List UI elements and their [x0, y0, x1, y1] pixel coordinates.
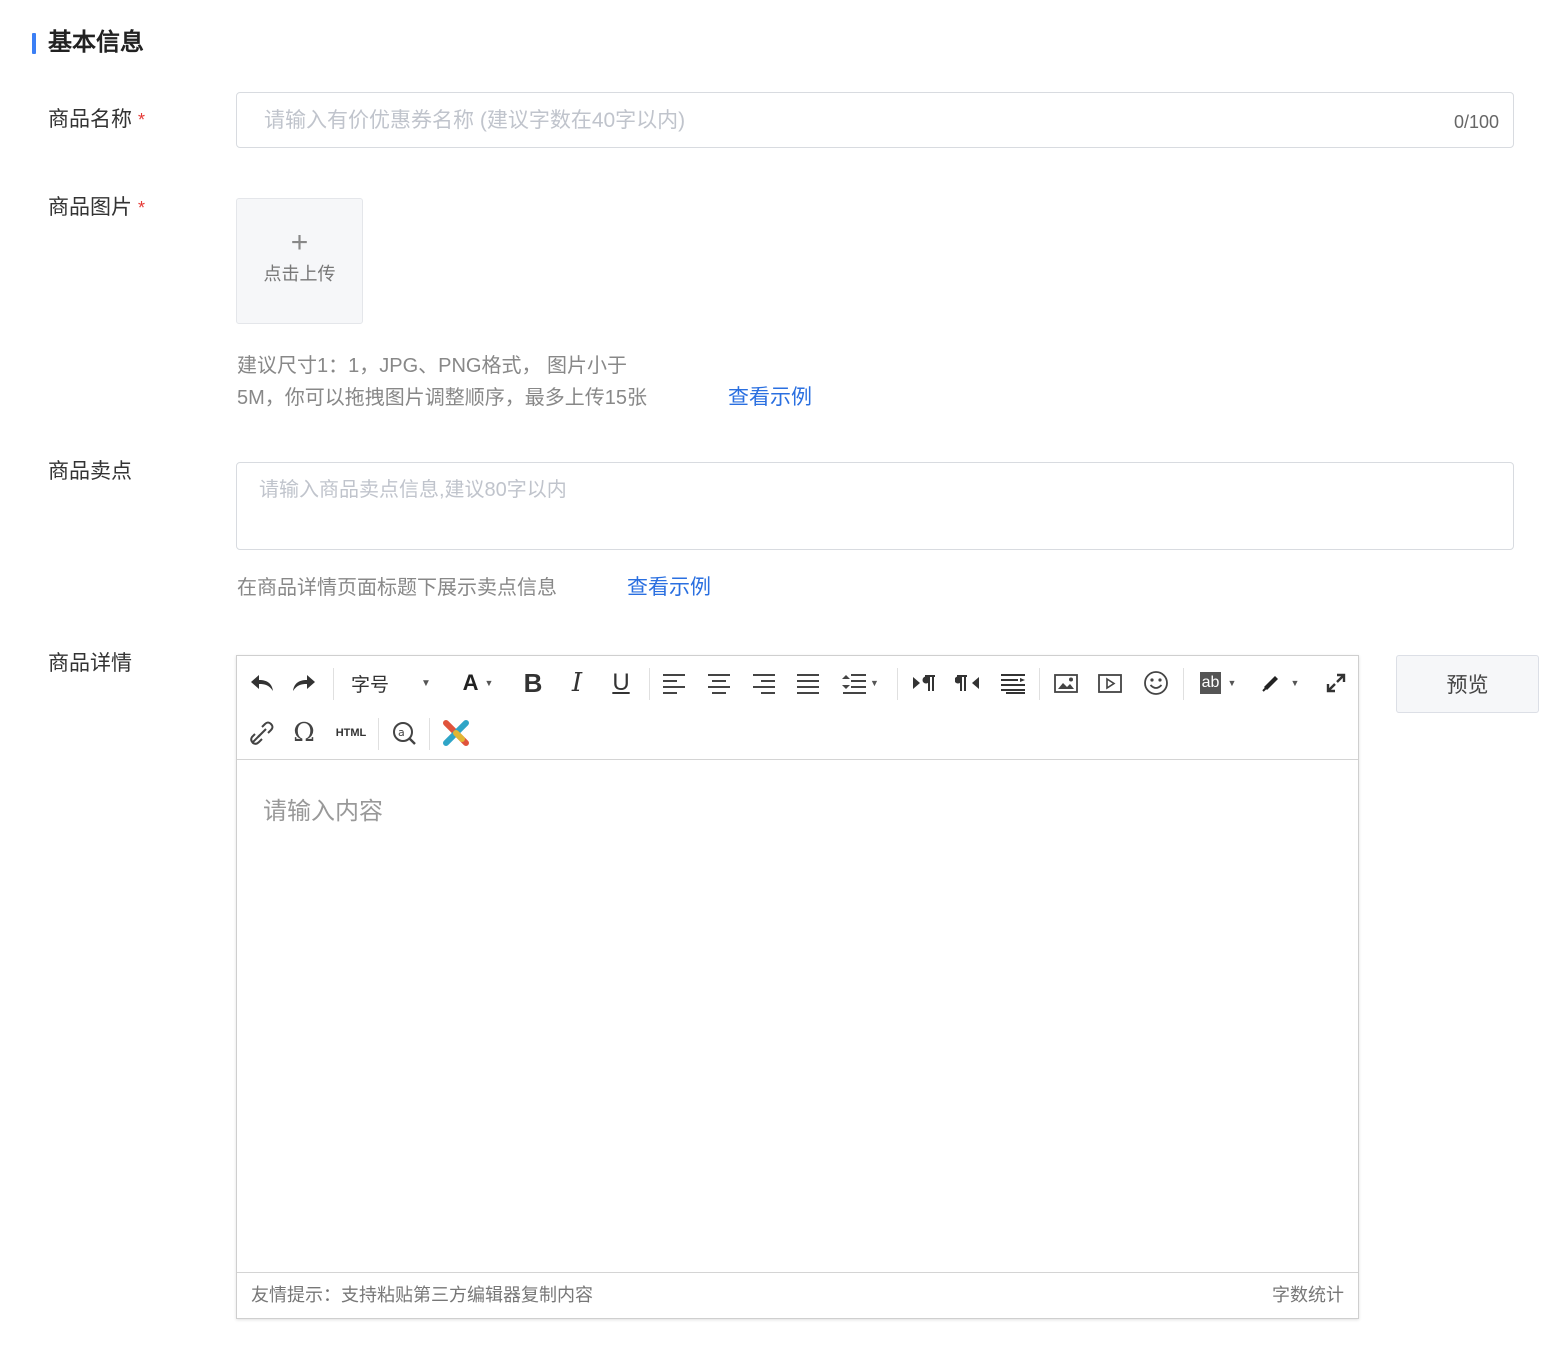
- paragraph-format-icon[interactable]: [997, 666, 1029, 700]
- selling-hint: 在商品详情页面标题下展示卖点信息: [237, 577, 557, 599]
- emoji-icon[interactable]: [1141, 666, 1171, 700]
- selling-point-placeholder: 请输入商品卖点信息,建议80字以内: [259, 479, 567, 501]
- align-left-icon[interactable]: [659, 666, 689, 700]
- ltr-icon[interactable]: [909, 666, 939, 700]
- editor-footer: 友情提示：支持粘贴第三方编辑器复制内容 字数统计: [237, 1272, 1358, 1318]
- font-size-dropdown[interactable]: 字号 ▼: [345, 666, 435, 700]
- italic-icon[interactable]: I: [563, 666, 591, 700]
- section-title: 基本信息: [48, 29, 144, 56]
- selling-point-textarea[interactable]: 请输入商品卖点信息,建议80字以内: [236, 462, 1514, 550]
- upload-label: 点击上传: [263, 264, 336, 284]
- format-brush-icon[interactable]: ▼: [1257, 666, 1303, 700]
- plus-icon: +: [290, 226, 309, 259]
- underline-icon[interactable]: U: [607, 666, 635, 700]
- editor-toolbar: 字号 ▼ A ▼ B I U ▼ ab ▼ ▼ Ω HTML a: [237, 656, 1358, 760]
- editor-footer-tip: 友情提示：支持粘贴第三方编辑器复制内容: [251, 1285, 593, 1305]
- image-label: 商品图片 *: [48, 194, 145, 222]
- special-char-icon[interactable]: Ω: [289, 716, 319, 750]
- image-hint-line2: 5M，你可以拖拽图片调整顺序，最多上传15张: [237, 387, 648, 409]
- clear-format-icon[interactable]: [439, 716, 473, 750]
- image-example-link[interactable]: 查看示例: [728, 382, 812, 414]
- html-label: HTML: [335, 727, 367, 739]
- section-accent-bar: [32, 33, 36, 54]
- toolbar-separator: [378, 718, 379, 750]
- svg-text:a: a: [398, 726, 405, 739]
- image-hint-line1: 建议尺寸1：1，JPG、PNG格式， 图片小于: [237, 355, 628, 377]
- image-icon[interactable]: [1051, 666, 1081, 700]
- redo-icon[interactable]: [289, 666, 319, 700]
- name-label-text: 商品名称: [48, 108, 132, 131]
- word-count-label: 字数统计: [1272, 1285, 1344, 1305]
- product-name-placeholder: 请输入有价优惠券名称 (建议字数在40字以内): [264, 109, 686, 132]
- font-size-label: 字号: [351, 674, 390, 696]
- align-justify-icon[interactable]: [793, 666, 823, 700]
- bold-icon[interactable]: B: [519, 666, 547, 700]
- rich-text-editor: 字号 ▼ A ▼ B I U ▼ ab ▼ ▼ Ω HTML a 请输入内容 友…: [236, 655, 1359, 1319]
- image-label-text: 商品图片: [48, 196, 132, 219]
- chevron-down-icon: ▼: [421, 677, 431, 689]
- html-source-icon[interactable]: HTML: [331, 716, 371, 750]
- undo-icon[interactable]: [247, 666, 277, 700]
- toolbar-separator: [429, 718, 430, 750]
- toolbar-separator: [897, 668, 898, 700]
- font-color-icon[interactable]: A ▼: [455, 666, 501, 700]
- toolbar-separator: [649, 668, 650, 700]
- background-color-icon[interactable]: ab ▼: [1195, 666, 1241, 700]
- fullscreen-icon[interactable]: [1321, 666, 1351, 700]
- search-replace-icon[interactable]: a: [389, 716, 419, 750]
- name-label: 商品名称 *: [48, 106, 145, 134]
- toolbar-separator: [1183, 668, 1184, 700]
- link-icon[interactable]: [247, 716, 277, 750]
- align-center-icon[interactable]: [704, 666, 734, 700]
- align-right-icon[interactable]: [749, 666, 779, 700]
- required-mark: *: [138, 198, 146, 218]
- product-name-input[interactable]: 请输入有价优惠券名称 (建议字数在40字以内) 0/100: [236, 92, 1514, 148]
- toolbar-separator: [333, 668, 334, 700]
- preview-button[interactable]: 预览: [1396, 655, 1539, 713]
- char-counter: 0/100: [1453, 112, 1499, 132]
- selling-label: 商品卖点: [48, 460, 132, 483]
- selling-example-link[interactable]: 查看示例: [627, 572, 711, 604]
- image-upload-button[interactable]: + 点击上传: [236, 198, 363, 324]
- editor-placeholder: 请输入内容: [263, 798, 383, 825]
- editor-content-area[interactable]: 请输入内容: [237, 760, 1358, 1272]
- video-icon[interactable]: [1095, 666, 1125, 700]
- required-mark: *: [138, 110, 146, 130]
- line-height-icon[interactable]: ▼: [837, 666, 883, 700]
- toolbar-separator: [1039, 668, 1040, 700]
- rtl-icon[interactable]: [953, 666, 983, 700]
- detail-label: 商品详情: [48, 652, 132, 675]
